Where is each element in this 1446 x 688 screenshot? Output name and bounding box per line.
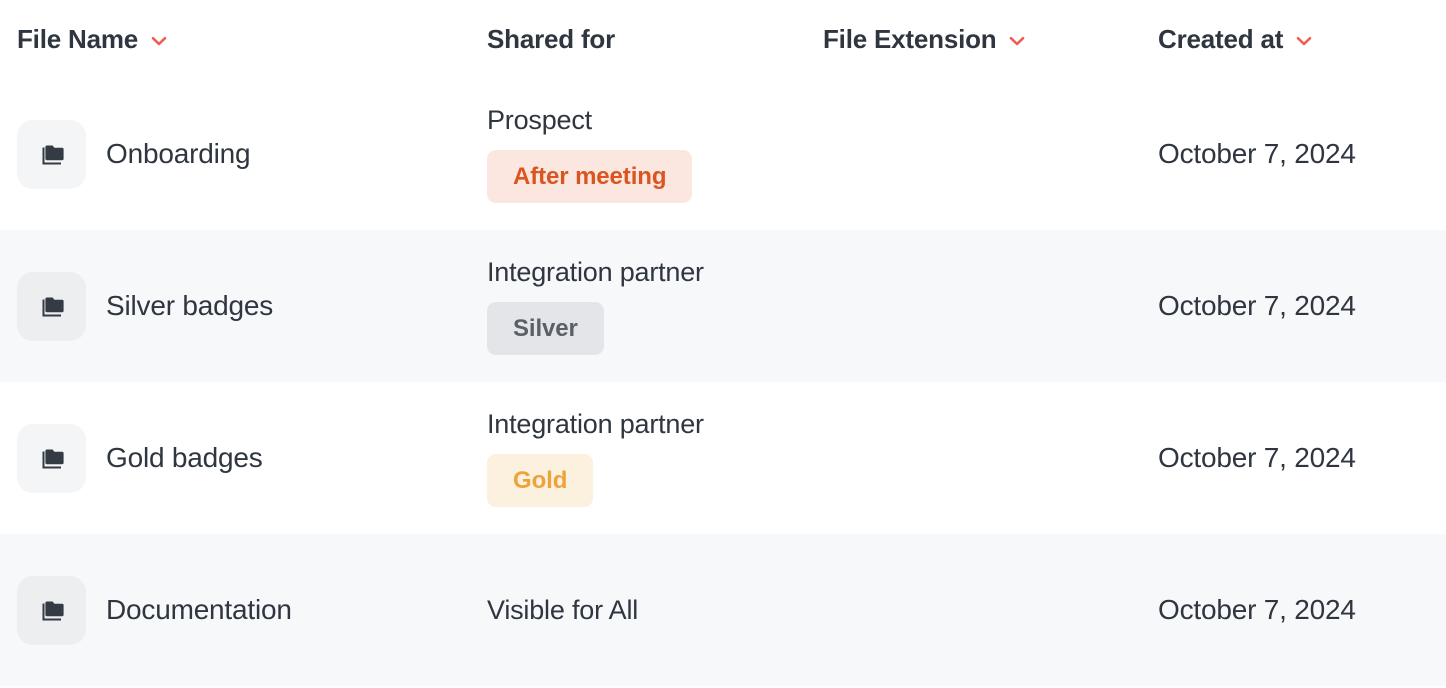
folders-icon: [17, 119, 86, 189]
shared-for-label: Visible for All: [487, 594, 639, 625]
shared-for-label: Integration partner: [487, 257, 704, 287]
cell-shared-for: Integration partner Gold: [487, 382, 823, 534]
folders-icon: [17, 575, 86, 645]
created-at-label: October 7, 2024: [1158, 138, 1356, 169]
status-badge: Gold: [487, 454, 594, 507]
cell-created-at: October 7, 2024: [1158, 230, 1446, 382]
table-row[interactable]: Onboarding Prospect After meeting Octobe…: [0, 78, 1446, 230]
file-table: File Name Shared for File Extension Crea…: [0, 0, 1446, 688]
column-header-file-name[interactable]: File Name: [0, 24, 487, 55]
status-badge: After meeting: [487, 150, 693, 203]
cell-file-extension: [823, 78, 1158, 230]
table-row[interactable]: Gold badges Integration partner Gold Oct…: [0, 382, 1446, 534]
column-header-label: Created at: [1158, 23, 1284, 54]
column-header-shared-for[interactable]: Shared for: [487, 24, 823, 55]
cell-file-extension: [823, 534, 1158, 686]
cell-file-name: Onboarding: [0, 78, 487, 230]
table-body: Onboarding Prospect After meeting Octobe…: [0, 78, 1446, 686]
cell-file-name: Silver badges: [0, 230, 487, 382]
created-at-label: October 7, 2024: [1158, 594, 1356, 625]
cell-file-name: Gold badges: [0, 382, 487, 534]
column-header-file-extension[interactable]: File Extension: [823, 24, 1158, 55]
column-header-label: File Name: [17, 23, 139, 54]
file-name-label: Onboarding: [106, 138, 251, 169]
cell-created-at: October 7, 2024: [1158, 534, 1446, 686]
table-row[interactable]: Documentation Visible for All October 7,…: [0, 534, 1446, 686]
table-header-row: File Name Shared for File Extension Crea…: [0, 0, 1446, 78]
cell-shared-for: Visible for All: [487, 534, 823, 686]
file-name-label: Silver badges: [106, 290, 274, 321]
created-at-label: October 7, 2024: [1158, 290, 1356, 321]
cell-shared-for: Prospect After meeting: [487, 78, 823, 230]
column-header-label: Shared for: [487, 23, 616, 54]
table-row[interactable]: Silver badges Integration partner Silver…: [0, 230, 1446, 382]
cell-file-name: Documentation: [0, 534, 487, 686]
column-header-label: File Extension: [823, 23, 997, 54]
created-at-label: October 7, 2024: [1158, 442, 1356, 473]
file-name-label: Documentation: [106, 594, 292, 625]
cell-shared-for: Integration partner Silver: [487, 230, 823, 382]
cell-created-at: October 7, 2024: [1158, 78, 1446, 230]
chevron-down-icon[interactable]: [1007, 31, 1027, 51]
column-header-created-at[interactable]: Created at: [1158, 24, 1446, 55]
shared-for-label: Prospect: [487, 105, 592, 135]
cell-file-extension: [823, 382, 1158, 534]
folders-icon: [17, 423, 86, 493]
status-badge: Silver: [487, 302, 604, 355]
file-name-label: Gold badges: [106, 442, 263, 473]
cell-file-extension: [823, 230, 1158, 382]
chevron-down-icon[interactable]: [149, 31, 169, 51]
cell-created-at: October 7, 2024: [1158, 382, 1446, 534]
shared-for-label: Integration partner: [487, 409, 704, 439]
chevron-down-icon[interactable]: [1294, 31, 1314, 51]
folders-icon: [17, 271, 86, 341]
